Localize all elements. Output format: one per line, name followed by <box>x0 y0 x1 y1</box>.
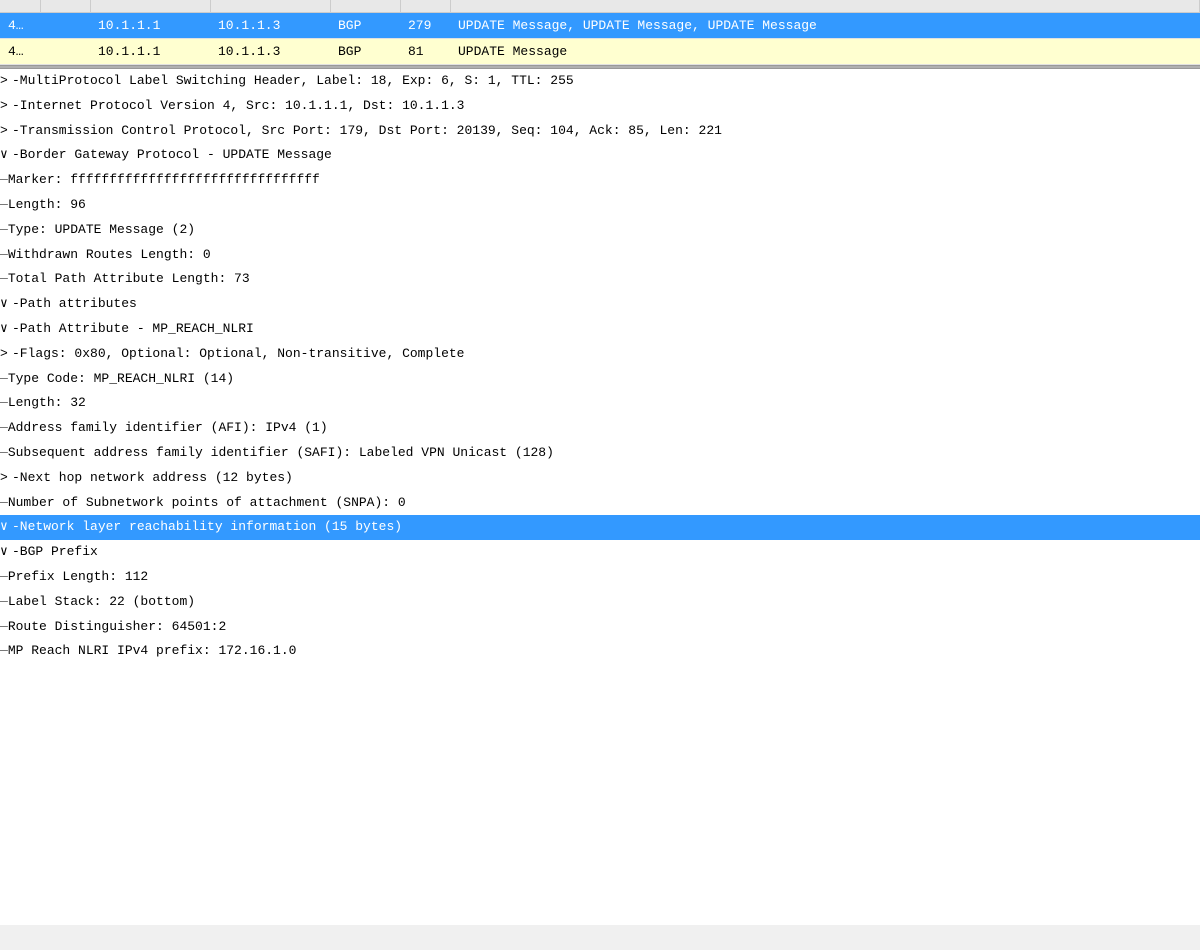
connector: — <box>0 567 8 588</box>
tree-node[interactable]: ∨-Path Attribute - MP_REACH_NLRI <box>0 317 1200 342</box>
table-cell: BGP <box>330 39 400 65</box>
table-cell: 4… <box>0 39 40 65</box>
connector: — <box>0 245 8 266</box>
connector: — <box>0 641 8 662</box>
tree-node: —Total Path Attribute Length: 73 <box>0 267 1200 292</box>
tree-node: —Length: 96 <box>0 193 1200 218</box>
tree-node: —MP Reach NLRI IPv4 prefix: 172.16.1.0 <box>0 639 1200 664</box>
node-text: Number of Subnetwork points of attachmen… <box>8 493 406 514</box>
tree-node[interactable]: >-MultiProtocol Label Switching Header, … <box>0 69 1200 94</box>
col-header-no <box>0 0 40 13</box>
connector: — <box>0 443 8 464</box>
tree-node: —Address family identifier (AFI): IPv4 (… <box>0 416 1200 441</box>
node-text: Address family identifier (AFI): IPv4 (1… <box>8 418 328 439</box>
connector: — <box>0 369 8 390</box>
table-cell <box>40 39 90 65</box>
connector: — <box>0 195 8 216</box>
tree-node: —Label Stack: 22 (bottom) <box>0 590 1200 615</box>
table-row[interactable]: 4… 10.1.1.110.1.1.3BGP81UPDATE Message <box>0 39 1200 65</box>
table-cell: 10.1.1.3 <box>210 39 330 65</box>
tree-node: —Length: 32 <box>0 391 1200 416</box>
expand-icon[interactable]: > <box>0 96 12 117</box>
tree-node[interactable]: >-Transmission Control Protocol, Src Por… <box>0 119 1200 144</box>
expand-icon[interactable]: ∨ <box>0 294 12 315</box>
connector: — <box>0 170 8 191</box>
node-text: -Transmission Control Protocol, Src Port… <box>12 121 722 142</box>
node-text: -Border Gateway Protocol - UPDATE Messag… <box>12 145 332 166</box>
table-row[interactable]: 4… 10.1.1.110.1.1.3BGP279UPDATE Message, … <box>0 13 1200 39</box>
expand-icon[interactable]: > <box>0 121 12 142</box>
tree-node[interactable]: ∨-Network layer reachability information… <box>0 515 1200 540</box>
node-text: Type Code: MP_REACH_NLRI (14) <box>8 369 234 390</box>
tree-node: —Marker: fffffffffffffffffffffffffffffff… <box>0 168 1200 193</box>
node-text: -Flags: 0x80, Optional: Optional, Non-tr… <box>12 344 464 365</box>
node-text: Label Stack: 22 (bottom) <box>8 592 195 613</box>
expand-icon[interactable]: > <box>0 468 12 489</box>
table-header-row <box>0 0 1200 13</box>
col-header-protocol <box>330 0 400 13</box>
node-text: Subsequent address family identifier (SA… <box>8 443 554 464</box>
tree-node[interactable]: ∨-Path attributes <box>0 292 1200 317</box>
tree-node: —Subsequent address family identifier (S… <box>0 441 1200 466</box>
node-text: -Network layer reachability information … <box>12 517 402 538</box>
expand-icon[interactable]: ∨ <box>0 542 12 563</box>
node-text: -Next hop network address (12 bytes) <box>12 468 293 489</box>
table-cell <box>40 13 90 39</box>
connector: — <box>0 269 8 290</box>
tree-node: —Prefix Length: 112 <box>0 565 1200 590</box>
connector: — <box>0 617 8 638</box>
node-text: Prefix Length: 112 <box>8 567 148 588</box>
node-text: Total Path Attribute Length: 73 <box>8 269 250 290</box>
table-cell: UPDATE Message, UPDATE Message, UPDATE M… <box>450 13 1200 39</box>
connector: — <box>0 393 8 414</box>
node-text: Withdrawn Routes Length: 0 <box>8 245 211 266</box>
tree-node[interactable]: ∨-BGP Prefix <box>0 540 1200 565</box>
col-header-length <box>400 0 450 13</box>
expand-icon[interactable]: ∨ <box>0 319 12 340</box>
tree-node: —Type Code: MP_REACH_NLRI (14) <box>0 367 1200 392</box>
table-cell: 4… <box>0 13 40 39</box>
node-text: Route Distinguisher: 64501:2 <box>8 617 226 638</box>
table-cell: 279 <box>400 13 450 39</box>
node-text: -Path Attribute - MP_REACH_NLRI <box>12 319 254 340</box>
tree-node[interactable]: >-Internet Protocol Version 4, Src: 10.1… <box>0 94 1200 119</box>
col-header-tim <box>40 0 90 13</box>
tree-node[interactable]: >-Flags: 0x80, Optional: Optional, Non-t… <box>0 342 1200 367</box>
node-text: Length: 32 <box>8 393 86 414</box>
tree-node: —Route Distinguisher: 64501:2 <box>0 615 1200 640</box>
tree-node: —Type: UPDATE Message (2) <box>0 218 1200 243</box>
node-text: -Internet Protocol Version 4, Src: 10.1.… <box>12 96 464 117</box>
packet-list-table: 4… 10.1.1.110.1.1.3BGP279UPDATE Message, … <box>0 0 1200 65</box>
table-cell: 10.1.1.1 <box>90 13 210 39</box>
table-cell: 10.1.1.1 <box>90 39 210 65</box>
expand-icon[interactable]: > <box>0 71 12 92</box>
node-text: -BGP Prefix <box>12 542 98 563</box>
tree-node[interactable]: ∨-Border Gateway Protocol - UPDATE Messa… <box>0 143 1200 168</box>
col-header-info <box>450 0 1200 13</box>
detail-panel: >-MultiProtocol Label Switching Header, … <box>0 69 1200 925</box>
node-text: Length: 96 <box>8 195 86 216</box>
table-cell: 81 <box>400 39 450 65</box>
col-header-source <box>90 0 210 13</box>
node-text: Marker: ffffffffffffffffffffffffffffffff <box>8 170 320 191</box>
tree-node: —Withdrawn Routes Length: 0 <box>0 243 1200 268</box>
connector: — <box>0 592 8 613</box>
table-cell: BGP <box>330 13 400 39</box>
connector: — <box>0 418 8 439</box>
table-cell: UPDATE Message <box>450 39 1200 65</box>
expand-icon[interactable]: ∨ <box>0 145 12 166</box>
expand-icon[interactable]: > <box>0 344 12 365</box>
node-text: MP Reach NLRI IPv4 prefix: 172.16.1.0 <box>8 641 297 662</box>
connector: — <box>0 220 8 241</box>
node-text: -MultiProtocol Label Switching Header, L… <box>12 71 574 92</box>
tree-node: —Number of Subnetwork points of attachme… <box>0 491 1200 516</box>
col-header-destination <box>210 0 330 13</box>
connector: — <box>0 493 8 514</box>
table-cell: 10.1.1.3 <box>210 13 330 39</box>
node-text: Type: UPDATE Message (2) <box>8 220 195 241</box>
tree-node[interactable]: >-Next hop network address (12 bytes) <box>0 466 1200 491</box>
expand-icon[interactable]: ∨ <box>0 517 12 538</box>
node-text: -Path attributes <box>12 294 137 315</box>
